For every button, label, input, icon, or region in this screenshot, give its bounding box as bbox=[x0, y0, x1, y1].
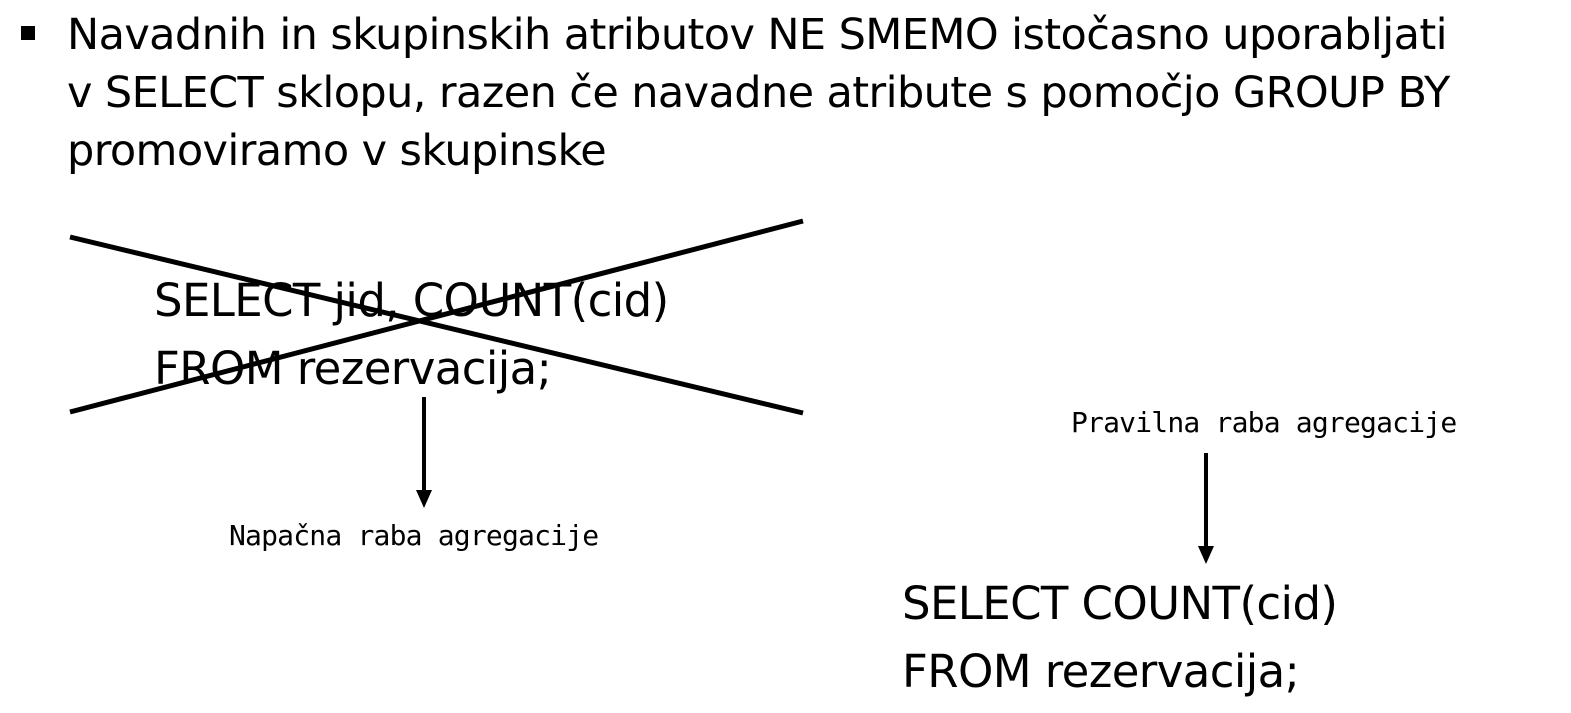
wrong-caption-arrowhead bbox=[416, 490, 432, 508]
cross-out-line-ascending bbox=[69, 218, 804, 415]
cross-out-line-descending bbox=[69, 234, 804, 416]
correct-caption-arrowhead bbox=[1198, 546, 1214, 564]
diagram-overlay bbox=[69, 218, 1214, 564]
